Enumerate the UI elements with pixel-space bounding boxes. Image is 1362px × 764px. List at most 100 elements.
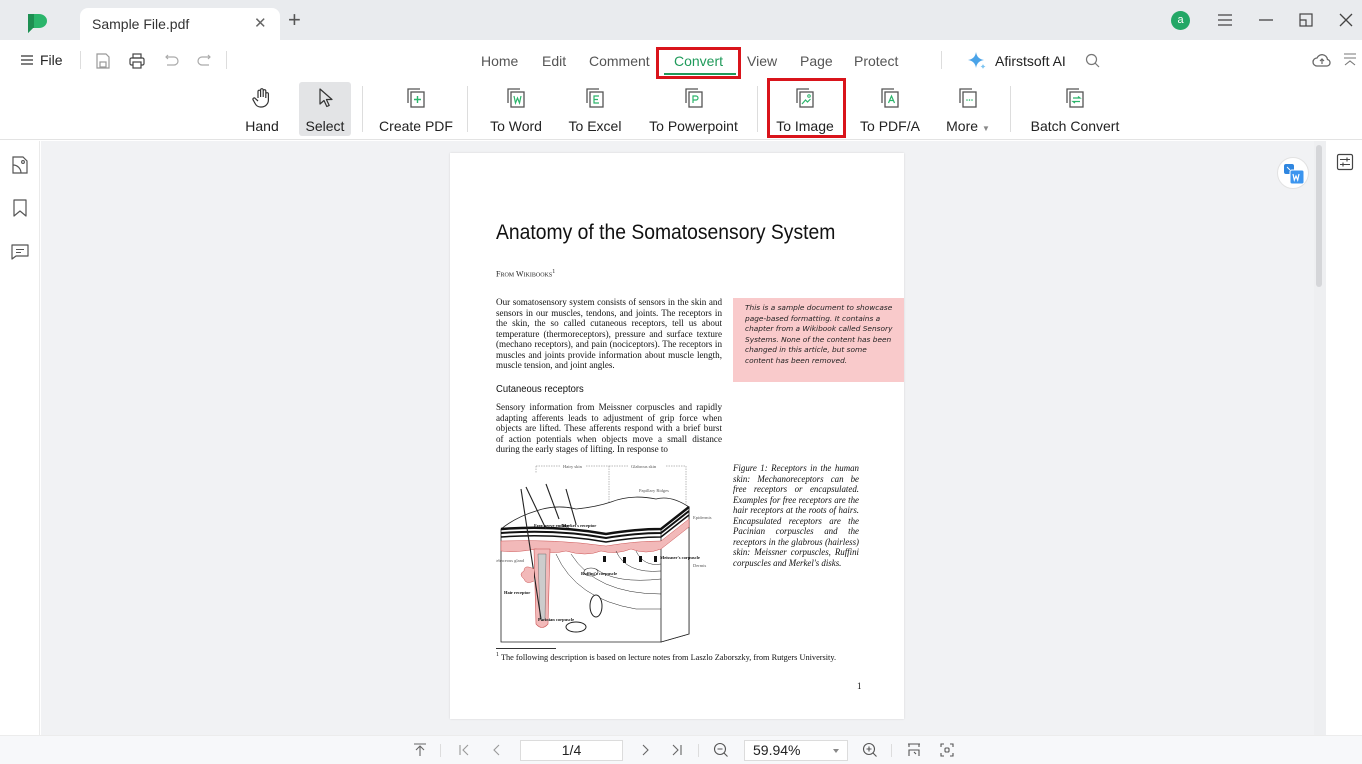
save-icon[interactable]	[94, 52, 112, 70]
next-page-icon[interactable]	[637, 742, 653, 758]
close-tab-icon[interactable]: ✕	[254, 14, 267, 32]
ai-assistant-button[interactable]: Afirstsoft AI	[968, 51, 1066, 70]
footnote-rule	[496, 648, 556, 649]
menu-row: File Home Edit Comment Convert View Page…	[0, 40, 1362, 80]
cloud-upload-icon[interactable]	[1312, 52, 1332, 68]
batch-convert-button[interactable]: Batch Convert	[1028, 82, 1122, 136]
file-menu-button[interactable]: File	[20, 52, 63, 68]
pdf-page: Anatomy of the Somatosensory System From…	[450, 153, 904, 719]
select-label: Select	[305, 118, 345, 134]
last-page-icon[interactable]	[669, 742, 685, 758]
first-page-icon[interactable]	[456, 742, 472, 758]
figure-label-hair-receptor: Hair receptor	[504, 590, 530, 595]
more-label: More ▼	[946, 118, 990, 134]
divider	[941, 51, 942, 69]
previous-page-icon[interactable]	[489, 742, 505, 758]
tab-home[interactable]: Home	[481, 53, 518, 69]
divider	[757, 86, 758, 132]
fit-page-icon[interactable]	[939, 742, 955, 758]
title-bar: Sample File.pdf ✕ + a	[0, 0, 1362, 40]
highlight-box-convert	[656, 47, 741, 79]
figure-label-meissners: Meissner's corpuscle	[660, 555, 700, 560]
divider	[467, 86, 468, 132]
undo-icon[interactable]	[162, 52, 180, 70]
zoom-in-icon[interactable]	[862, 742, 878, 758]
create-pdf-icon	[407, 88, 425, 108]
footnote: 1 The following description is based on …	[496, 652, 837, 662]
batch-convert-label: Batch Convert	[1030, 118, 1120, 134]
select-tool-button[interactable]: Select	[299, 82, 351, 136]
dropdown-caret-icon	[833, 749, 839, 753]
divider	[891, 744, 892, 757]
sparkle-icon	[968, 52, 986, 69]
divider	[226, 51, 227, 69]
figure-label-ruffinis: Ruffini's corpuscle	[581, 571, 617, 576]
figure-label-papillary-ridges: Papillary Ridges	[639, 488, 669, 493]
document-tab[interactable]: Sample File.pdf ✕	[80, 8, 280, 40]
page-number-input[interactable]: 1/4	[520, 740, 623, 761]
to-word-button[interactable]: To Word	[486, 82, 546, 136]
scroll-to-top-icon[interactable]	[412, 742, 428, 758]
figure-label-dermis: Dermis	[693, 563, 706, 568]
powerpoint-doc-icon	[684, 88, 703, 108]
tab-protect[interactable]: Protect	[854, 53, 898, 69]
figure-label-glabrous-skin: Glabrous skin	[631, 464, 657, 469]
figure-label-epidermis: Epidermis	[693, 515, 712, 520]
ai-label: Afirstsoft AI	[995, 52, 1066, 69]
zoom-out-icon[interactable]	[713, 742, 729, 758]
excel-doc-icon	[586, 88, 604, 108]
fit-width-icon[interactable]	[906, 742, 922, 758]
hand-icon	[252, 88, 269, 108]
translate-icon	[1284, 164, 1305, 185]
right-sidebar	[1326, 141, 1362, 735]
bookmark-icon[interactable]	[10, 198, 30, 218]
hand-tool-button[interactable]: Hand	[240, 82, 284, 136]
minimize-icon[interactable]	[1256, 10, 1276, 30]
properties-panel-icon[interactable]	[1336, 153, 1354, 171]
divider	[362, 86, 363, 132]
tab-page[interactable]: Page	[800, 53, 833, 69]
vertical-scrollbar[interactable]	[1314, 141, 1326, 735]
comment-icon[interactable]	[10, 242, 30, 262]
print-icon[interactable]	[128, 52, 146, 70]
pdfa-doc-icon	[881, 88, 899, 108]
file-label: File	[40, 52, 63, 68]
zoom-level-value: 59.94%	[753, 742, 801, 758]
tab-view[interactable]: View	[747, 53, 777, 69]
to-excel-button[interactable]: To Excel	[566, 82, 624, 136]
new-tab-button[interactable]: +	[288, 9, 301, 31]
scrollbar-thumb[interactable]	[1316, 145, 1322, 287]
hamburger-menu-icon[interactable]	[1215, 10, 1235, 30]
skin-receptors-figure: Hairy skin Glabrous skin Papillary Ridge…	[496, 464, 712, 643]
tab-edit[interactable]: Edit	[542, 53, 566, 69]
figure-label-hairy-skin: Hairy skin	[563, 464, 583, 469]
convert-toolbar: Hand Select Create PDF To Word To Excel …	[0, 78, 1362, 140]
document-title: Anatomy of the Somatosensory System	[496, 221, 836, 244]
more-dropdown-button[interactable]: More ▼	[942, 82, 994, 136]
figure-caption: Figure 1: Receptors in the human skin: M…	[733, 463, 859, 568]
create-pdf-label: Create PDF	[379, 118, 453, 134]
search-icon[interactable]	[1085, 53, 1100, 68]
thumbnails-icon[interactable]	[10, 155, 30, 175]
figure-label-sebaceous: Sebaceous gland	[496, 558, 525, 563]
translate-button[interactable]	[1277, 157, 1309, 189]
redo-icon[interactable]	[196, 52, 214, 70]
figure-label-pacinian: Pacinian corpuscle	[538, 617, 574, 622]
close-window-icon[interactable]	[1336, 10, 1356, 30]
dropdown-caret-icon: ▼	[981, 124, 990, 133]
restore-icon[interactable]	[1296, 10, 1316, 30]
collapse-ribbon-icon[interactable]	[1343, 52, 1357, 68]
more-doc-icon	[959, 88, 977, 108]
menu-lines-icon	[21, 55, 33, 65]
highlight-box-to-image	[767, 78, 846, 138]
divider	[698, 744, 699, 757]
document-source: From Wikibooks1	[496, 269, 556, 279]
zoom-level-select[interactable]: 59.94%	[744, 740, 848, 761]
to-powerpoint-button[interactable]: To Powerpoint	[645, 82, 742, 136]
intro-paragraph: Our somatosensory system consists of sen…	[496, 297, 722, 370]
to-pdfa-button[interactable]: To PDF/A	[857, 82, 923, 136]
divider	[80, 51, 81, 69]
tab-comment[interactable]: Comment	[589, 53, 650, 69]
create-pdf-button[interactable]: Create PDF	[379, 82, 453, 136]
user-avatar[interactable]: a	[1171, 11, 1190, 30]
